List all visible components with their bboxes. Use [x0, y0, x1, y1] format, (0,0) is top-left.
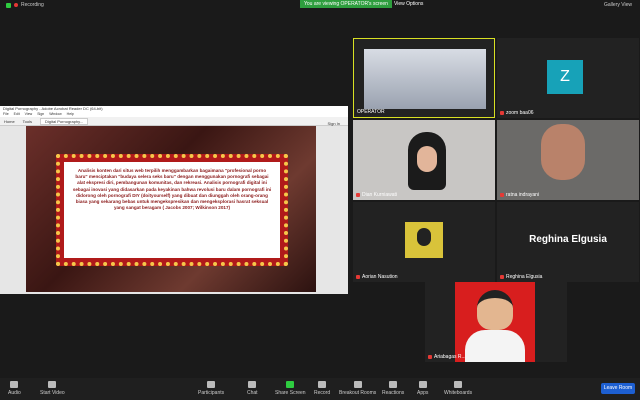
participant-name: Reghina Elgusia — [500, 274, 542, 280]
participant-name: Dian Kurniawati — [356, 192, 397, 198]
top-bar: Recording You are viewing OPERATOR's scr… — [0, 0, 640, 10]
participant-name: ratna indrayani — [500, 192, 539, 198]
menu-view[interactable]: View — [25, 112, 33, 117]
reader-tabs: Home Tools Digital Pornography... — [0, 117, 348, 126]
share-screen-icon — [286, 381, 295, 388]
video-feed — [541, 124, 585, 180]
breakout-rooms-button[interactable]: Breakout Rooms — [339, 381, 376, 396]
record-button[interactable]: Record — [314, 381, 330, 396]
record-icon — [318, 381, 327, 388]
participant-tile-aorian[interactable]: Aorian Nasution — [353, 202, 495, 282]
participant-tile-ariabagas[interactable]: Ariabagas R... — [425, 282, 567, 362]
breakout-icon — [353, 381, 362, 388]
gallery-view-button[interactable]: Gallery View — [604, 2, 632, 8]
mic-muted-icon — [356, 193, 360, 197]
recording-indicator: Recording — [6, 2, 44, 8]
people-icon — [207, 381, 216, 388]
apps-button[interactable]: Apps — [417, 381, 428, 396]
display-name: Reghina Elgusia — [529, 234, 607, 245]
menu-sign[interactable]: Sign — [37, 112, 44, 117]
slide-card: Analisis konten dari situs web terpilih … — [56, 154, 288, 266]
mic-muted-icon — [428, 355, 432, 359]
participant-tile-operator[interactable]: OPERATOR — [353, 38, 495, 118]
menu-edit[interactable]: Edit — [14, 112, 20, 117]
share-screen-button[interactable]: Share Screen — [275, 381, 306, 396]
menu-window[interactable]: Window — [49, 112, 61, 117]
recording-label: Recording — [21, 2, 44, 8]
video-feed — [364, 49, 486, 109]
tab-home[interactable]: Home — [4, 119, 15, 124]
microphone-icon — [10, 381, 19, 388]
whiteboard-icon — [454, 381, 463, 388]
participant-name: zoom baa06 — [500, 110, 534, 116]
participant-name: Aorian Nasution — [356, 274, 398, 280]
participants-button[interactable]: Participants — [198, 381, 224, 396]
tab-document[interactable]: Digital Pornography... — [40, 117, 89, 125]
participant-name: Ariabagas R... — [428, 354, 466, 360]
apps-icon — [418, 381, 427, 388]
video-feed — [408, 132, 446, 190]
mic-muted-icon — [500, 275, 504, 279]
whiteboards-button[interactable]: Whiteboards — [444, 381, 472, 396]
reactions-button[interactable]: Reactions — [382, 381, 404, 396]
slide-text: Analisis konten dari situs web terpilih … — [64, 162, 280, 258]
shield-icon — [6, 2, 11, 8]
meeting-toolbar: Audio Start Video Participants Chat Shar… — [0, 378, 640, 400]
avatar: Z — [547, 60, 583, 94]
camera-icon — [48, 381, 57, 388]
smiley-icon — [389, 381, 398, 388]
participant-tile-reghina[interactable]: Reghina Elgusia Reghina Elgusia — [497, 202, 639, 282]
mic-muted-icon — [500, 111, 504, 115]
start-video-button[interactable]: Start Video — [40, 381, 65, 396]
mic-muted-icon — [500, 193, 504, 197]
pdf-viewport: Analisis konten dari situs web terpilih … — [0, 126, 348, 294]
record-dot-icon — [14, 3, 18, 7]
participant-tile-dian[interactable]: Dian Kurniawati — [353, 120, 495, 200]
leave-room-button[interactable]: Leave Room — [601, 383, 635, 394]
chat-icon — [248, 381, 257, 388]
menu-file[interactable]: File — [3, 112, 9, 117]
viewing-banner: You are viewing OPERATOR's screen — [300, 0, 392, 8]
menu-help[interactable]: Help — [67, 112, 74, 117]
chat-button[interactable]: Chat — [247, 381, 258, 396]
participant-tile-zoom[interactable]: Z zoom baa06 — [497, 38, 639, 118]
avatar — [455, 282, 535, 362]
avatar — [405, 222, 443, 258]
participant-tile-ratna[interactable]: ratna indrayani — [497, 120, 639, 200]
mic-muted-icon — [356, 275, 360, 279]
view-options-button[interactable]: View Options — [390, 0, 427, 8]
participant-name: OPERATOR — [357, 109, 385, 115]
tab-tools[interactable]: Tools — [23, 119, 32, 124]
slide: Analisis konten dari situs web terpilih … — [26, 126, 316, 292]
shared-screen: Digital Pornography - Adobe Acrobat Read… — [0, 106, 348, 294]
audio-button[interactable]: Audio — [8, 381, 21, 396]
